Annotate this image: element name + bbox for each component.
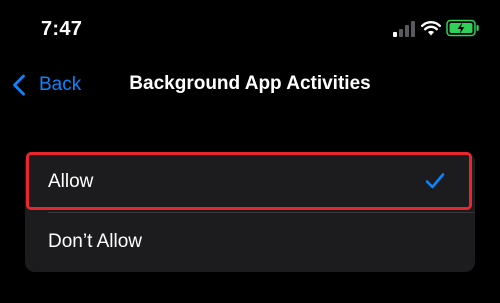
navigation-bar: Back Background App Activities [0,62,500,106]
option-label: Don’t Allow [48,231,142,252]
page-title: Background App Activities [129,73,371,94]
option-allow[interactable]: Allow [25,152,475,212]
options-list: Allow Don’t Allow [25,152,475,272]
status-bar: 7:47 [0,0,500,60]
wifi-icon [421,21,441,36]
checkmark-icon [425,173,445,189]
status-time: 7:47 [41,18,83,40]
cellular-signal-icon [393,21,415,37]
battery-charging-icon [446,19,479,37]
option-dont-allow[interactable]: Don’t Allow [25,212,475,272]
option-label: Allow [48,171,94,192]
